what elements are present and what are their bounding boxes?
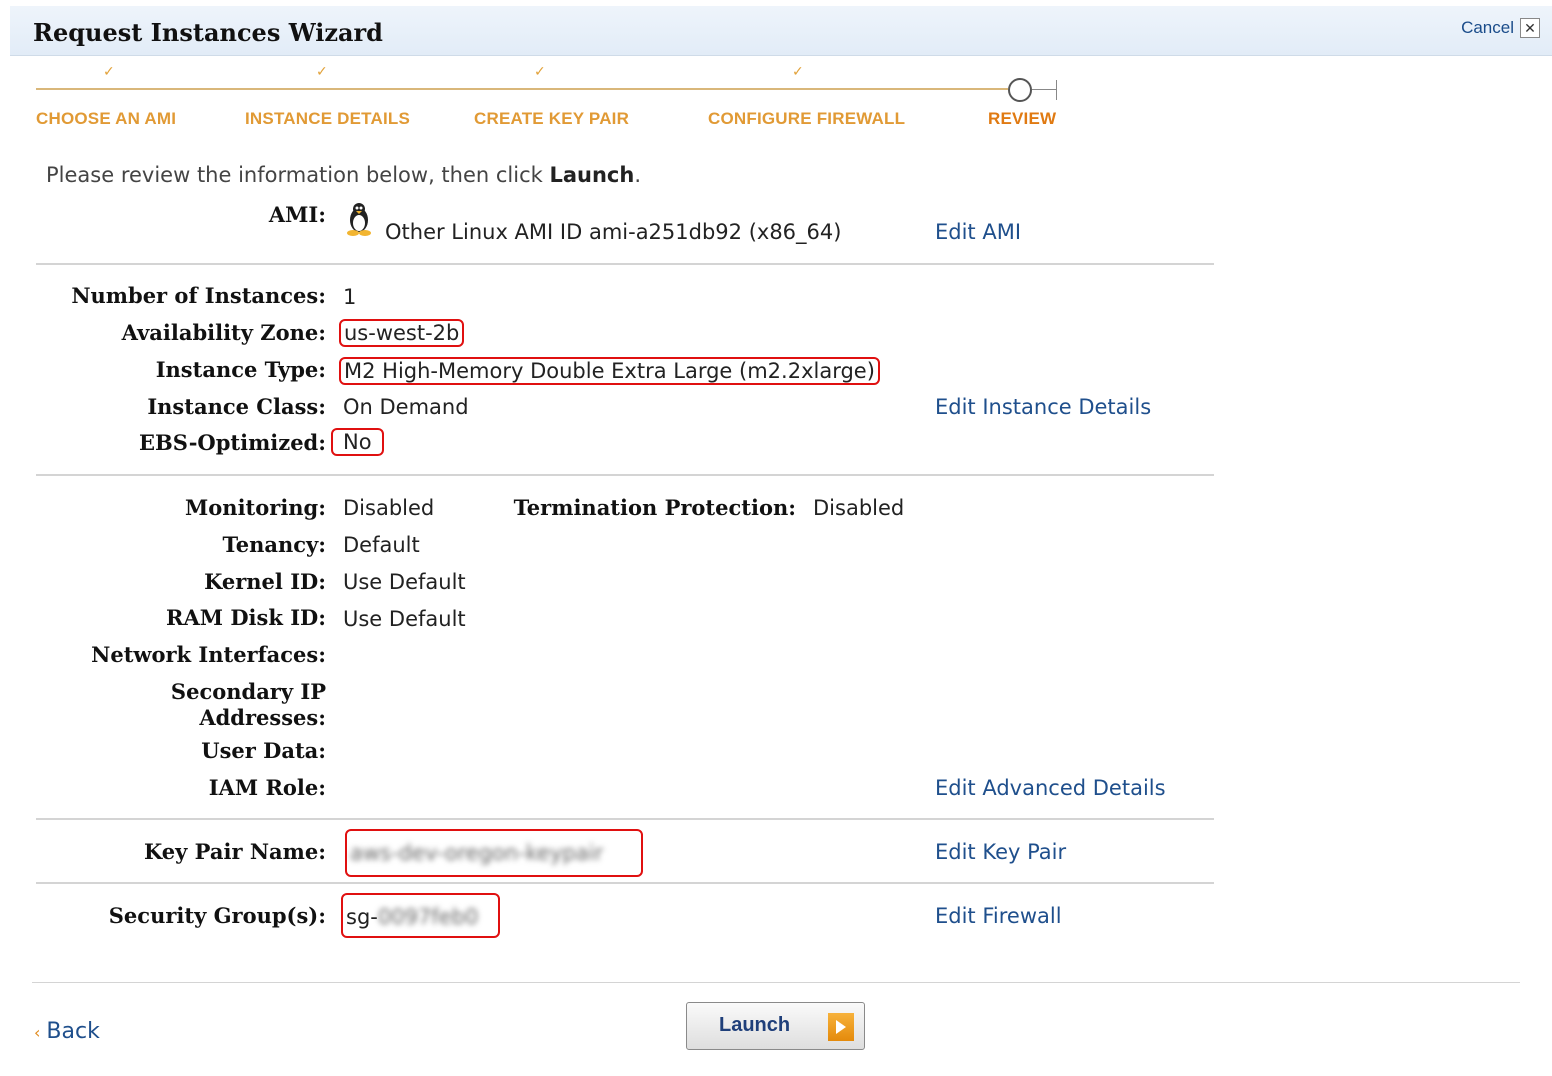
wizard-header: Request Instances Wizard Cancel ✕ [10,6,1552,56]
edit-instance-details-link[interactable]: Edit Instance Details [935,395,1151,419]
ebs-optimized-value: No [331,428,384,456]
wizard-progress: ✓ ✓ ✓ ✓ CHOOSE AN AMI INSTANCE DETAILS C… [0,60,1100,140]
step-choose-ami: CHOOSE AN AMI [36,109,177,128]
back-button[interactable]: ‹ Back [34,1019,100,1044]
checkmark-icon: ✓ [103,64,115,80]
security-group-value: 0097feb0 [377,905,479,929]
instance-class-label: Instance Class: [147,394,326,419]
network-interfaces-label: Network Interfaces: [91,642,326,667]
key-pair-value-box: aws-dev-oregon-keypair [345,829,643,877]
progress-end-line [1032,89,1056,90]
divider [36,882,1214,884]
edit-advanced-details-link[interactable]: Edit Advanced Details [935,776,1166,800]
close-icon[interactable]: ✕ [1520,18,1540,38]
current-step-circle-icon [1008,78,1032,102]
step-configure-firewall: CONFIGURE FIREWALL [708,109,906,128]
cancel-button[interactable]: Cancel ✕ [1461,18,1540,38]
key-pair-value: aws-dev-oregon-keypair [350,841,604,865]
launch-button[interactable]: Launch [686,1002,865,1050]
review-instructions: Please review the information below, the… [46,163,642,187]
back-label: Back [46,1019,100,1044]
edit-key-pair-link[interactable]: Edit Key Pair [935,840,1066,864]
linux-penguin-icon [344,200,374,240]
edit-firewall-link[interactable]: Edit Firewall [935,904,1062,928]
checkmark-icon: ✓ [316,64,328,80]
security-group-label: Security Group(s): [108,903,326,928]
kernel-id-label: Kernel ID: [204,569,326,594]
cancel-label: Cancel [1461,18,1514,37]
termination-protection-label: Termination Protection: [513,495,796,520]
ebs-optimized-label: EBS-Optimized: [139,430,326,455]
launch-label: Launch [719,1014,791,1036]
divider [36,263,1214,265]
divider [36,818,1214,820]
progress-end-tick [1056,80,1057,100]
tenancy-label: Tenancy: [222,532,326,557]
user-data-label: User Data: [201,738,326,763]
availability-zone-label: Availability Zone: [121,320,326,345]
ami-label: AMI: [268,202,326,227]
checkmark-icon: ✓ [792,64,804,80]
step-instance-details: INSTANCE DETAILS [245,109,411,128]
progress-line [36,88,1008,90]
edit-ami-link[interactable]: Edit AMI [935,220,1021,244]
secondary-ip-label-cont: Addresses: [199,705,326,730]
instance-type-value: M2 High-Memory Double Extra Large (m2.2x… [339,357,880,385]
divider [36,474,1214,476]
play-arrow-icon [828,1013,854,1041]
security-group-prefix: sg- [346,905,378,929]
ram-disk-id-value: Use Default [343,607,466,631]
instances-count-label: Number of Instances: [71,283,326,308]
ram-disk-id-label: RAM Disk ID: [166,605,326,630]
instance-type-label: Instance Type: [155,357,326,382]
security-group-value-box: sg-0097feb0 [341,893,500,938]
monitoring-value: Disabled [343,496,435,520]
wizard-title: Request Instances Wizard [33,18,383,47]
checkmark-icon: ✓ [534,64,546,80]
step-create-key-pair: CREATE KEY PAIR [474,109,630,128]
secondary-ip-label: Secondary IP [170,679,326,704]
chevron-left-icon: ‹ [34,1023,41,1042]
tenancy-value: Default [343,533,420,557]
availability-zone-value: us-west-2b [339,319,465,347]
footer-divider [32,982,1520,983]
instances-count-value: 1 [343,285,357,309]
monitoring-label: Monitoring: [185,495,326,520]
iam-role-label: IAM Role: [208,775,326,800]
termination-protection-value: Disabled [813,496,905,520]
kernel-id-value: Use Default [343,570,466,594]
step-review: REVIEW [988,109,1057,128]
key-pair-label: Key Pair Name: [144,839,326,864]
instance-class-value: On Demand [343,395,469,419]
ami-value: Other Linux AMI ID ami-a251db92 (x86_64) [385,220,842,244]
